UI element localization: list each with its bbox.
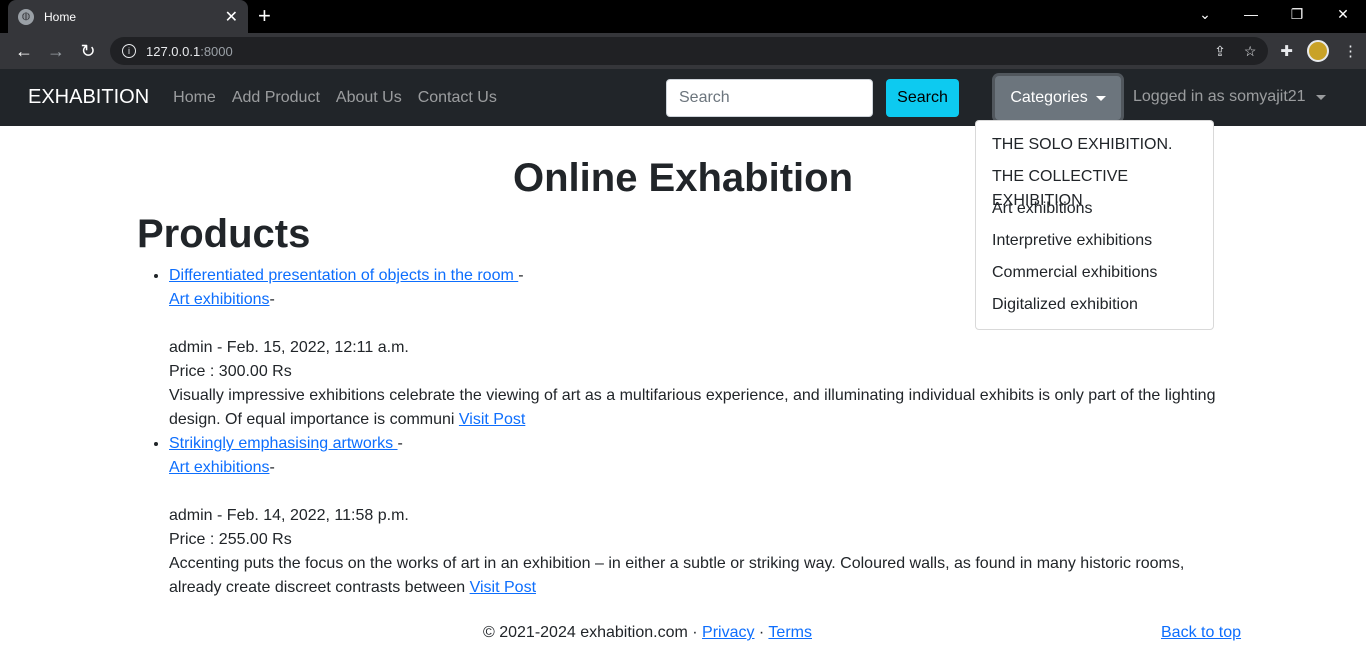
chevron-down-icon[interactable]: ⌄ (1182, 0, 1228, 33)
bookmark-star-icon[interactable]: ☆ (1244, 43, 1257, 60)
product-price: Price : 255.00 Rs (169, 531, 292, 548)
site-navbar: EXHABITION Home Add Product About Us Con… (0, 69, 1366, 126)
category-item[interactable]: Digitalized exhibition (976, 289, 1213, 321)
extensions-puzzle-icon[interactable]: ✚ (1280, 42, 1293, 60)
footer-separator: · (754, 624, 769, 641)
search-button[interactable]: Search (886, 79, 959, 117)
reload-icon[interactable]: ↻ (72, 41, 104, 62)
category-item[interactable]: THE SOLO EXHIBITION. (976, 129, 1213, 161)
menu-dots-icon[interactable]: ⋮ (1343, 42, 1358, 60)
section-heading: Products (137, 212, 311, 256)
visit-post-link[interactable]: Visit Post (470, 579, 536, 596)
categories-dropdown-button[interactable]: Categories (995, 76, 1121, 120)
globe-icon: ◍ (18, 8, 34, 25)
product-excerpt: Visually impressive exhibitions celebrat… (169, 387, 1216, 428)
url-port: :8000 (200, 43, 233, 59)
product-meta: admin - Feb. 15, 2022, 12:11 a.m. (169, 339, 409, 356)
window-controls: ⌄ — ❐ ✕ (1182, 0, 1366, 33)
restore-icon[interactable]: ❐ (1274, 0, 1320, 33)
search-input[interactable] (666, 79, 873, 117)
product-category-link[interactable]: Art exhibitions (169, 459, 270, 476)
url-host: 127.0.0.1 (146, 43, 201, 59)
footer-copyright: © 2021-2024 exhabition.com · Privacy · T… (483, 624, 812, 642)
category-item[interactable]: Art exhibitions (976, 193, 1213, 225)
category-item[interactable]: Interpretive exhibitions (976, 225, 1213, 257)
category-item[interactable]: Commercial exhibitions (976, 257, 1213, 289)
brand-logo[interactable]: EXHABITION (28, 86, 149, 109)
back-to-top-link[interactable]: Back to top (1161, 624, 1241, 642)
product-title-link[interactable]: Differentiated presentation of objects i… (169, 267, 518, 284)
nav-about-us[interactable]: About Us (336, 89, 402, 107)
new-tab-icon[interactable]: + (258, 4, 271, 28)
nav-home[interactable]: Home (173, 89, 216, 107)
logged-in-label: Logged in as somyajit21 (1133, 88, 1306, 105)
address-bar-row: ← → ↻ i 127.0.0.1:8000 ⇪ ☆ ✚ ⋮ (0, 33, 1366, 69)
visit-post-link[interactable]: Visit Post (459, 411, 525, 428)
list-item: Strikingly emphasising artworks - Art ex… (169, 432, 1229, 600)
categories-label: Categories (1010, 89, 1088, 106)
categories-menu: THE SOLO EXHIBITION. THE COLLECTIVE EXHI… (975, 120, 1214, 330)
nav-add-product[interactable]: Add Product (232, 89, 320, 107)
privacy-link[interactable]: Privacy (702, 624, 754, 641)
user-menu[interactable]: Logged in as somyajit21 (1133, 88, 1326, 106)
caret-down-icon (1095, 95, 1106, 101)
profile-avatar[interactable] (1307, 40, 1329, 62)
close-tab-icon[interactable]: ✕ (225, 7, 238, 27)
info-icon[interactable]: i (122, 44, 136, 58)
copyright-text: © 2021-2024 exhabition.com · (483, 624, 703, 641)
forward-arrow-icon[interactable]: → (40, 41, 72, 62)
url-bar[interactable]: i 127.0.0.1:8000 ⇪ ☆ (110, 37, 1269, 65)
browser-tab-strip: ◍ Home ✕ + ⌄ — ❐ ✕ (0, 0, 1366, 33)
product-excerpt: Accenting puts the focus on the works of… (169, 555, 1185, 596)
product-price: Price : 300.00 Rs (169, 363, 292, 380)
share-icon[interactable]: ⇪ (1214, 43, 1226, 60)
tab-title: Home (44, 9, 77, 24)
minimize-icon[interactable]: — (1228, 0, 1274, 33)
product-category-link[interactable]: Art exhibitions (169, 291, 270, 308)
category-item[interactable]: THE COLLECTIVE EXHIBITION (976, 161, 1213, 209)
terms-link[interactable]: Terms (768, 624, 812, 641)
product-title-link[interactable]: Strikingly emphasising artworks (169, 435, 398, 452)
browser-tab[interactable]: ◍ Home ✕ (8, 0, 248, 33)
back-arrow-icon[interactable]: ← (8, 41, 40, 62)
nav-contact-us[interactable]: Contact Us (418, 89, 497, 107)
product-meta: admin - Feb. 14, 2022, 11:58 p.m. (169, 507, 409, 524)
close-window-icon[interactable]: ✕ (1320, 0, 1366, 33)
caret-down-icon (1315, 94, 1326, 100)
